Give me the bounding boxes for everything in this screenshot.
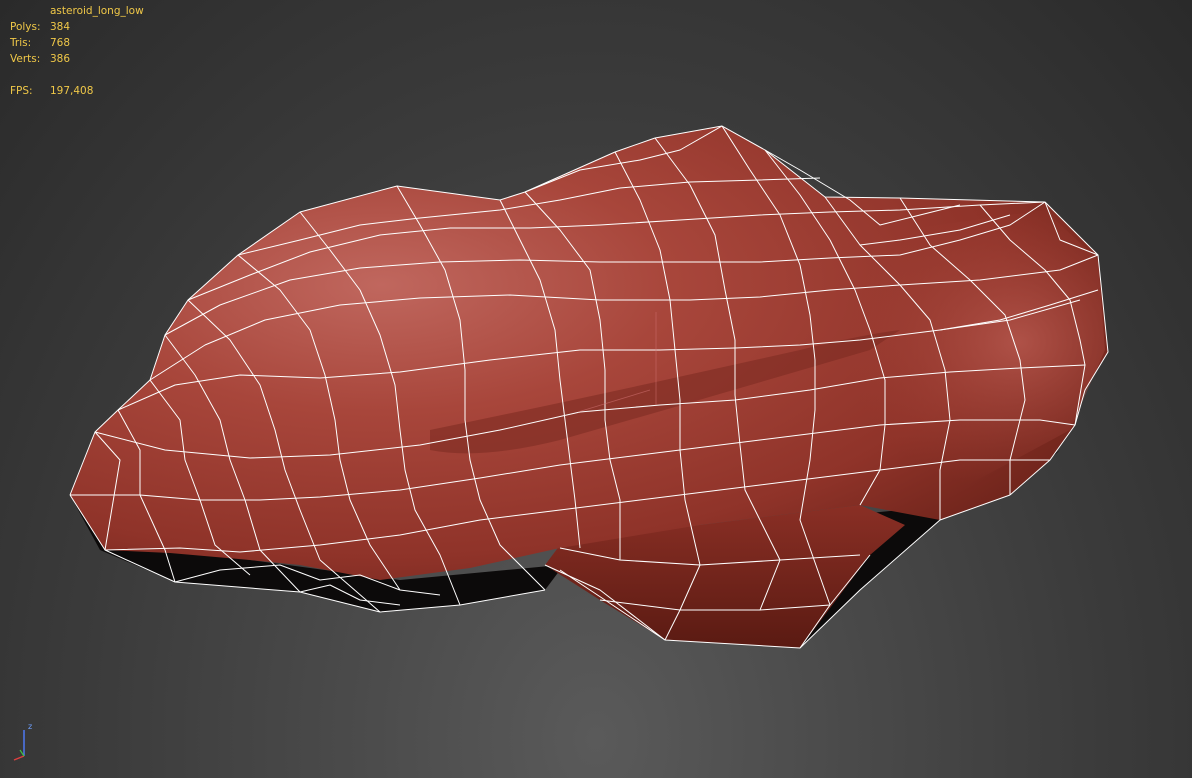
fps-stat: FPS: 197,408 — [10, 83, 144, 99]
tris-label: Tris: — [10, 37, 32, 49]
polys-value: 384 — [50, 21, 71, 33]
gizmo-z-label: z — [28, 722, 33, 731]
object-name: asteroid_long_low — [50, 5, 144, 17]
axis-gizmo: z — [8, 722, 38, 762]
polys-label: Polys: — [10, 21, 41, 33]
verts-label: Verts: — [10, 53, 41, 65]
3d-viewport[interactable]: asteroid_long_low Polys: 384 Tris: 768 V… — [0, 0, 1192, 778]
tris-value: 768 — [50, 37, 71, 49]
axis-gizmo-icon — [13, 730, 25, 761]
tris-stat: Tris: 768 — [10, 35, 144, 51]
verts-stat: Verts: 386 — [10, 51, 144, 67]
viewport-stats-overlay: asteroid_long_low Polys: 384 Tris: 768 V… — [10, 3, 144, 99]
verts-value: 386 — [50, 53, 71, 65]
fps-value: 197,408 — [50, 85, 94, 97]
fps-label: FPS: — [10, 85, 33, 97]
polys-stat: Polys: 384 — [10, 19, 144, 35]
asteroid-mesh-render[interactable] — [0, 0, 1192, 778]
